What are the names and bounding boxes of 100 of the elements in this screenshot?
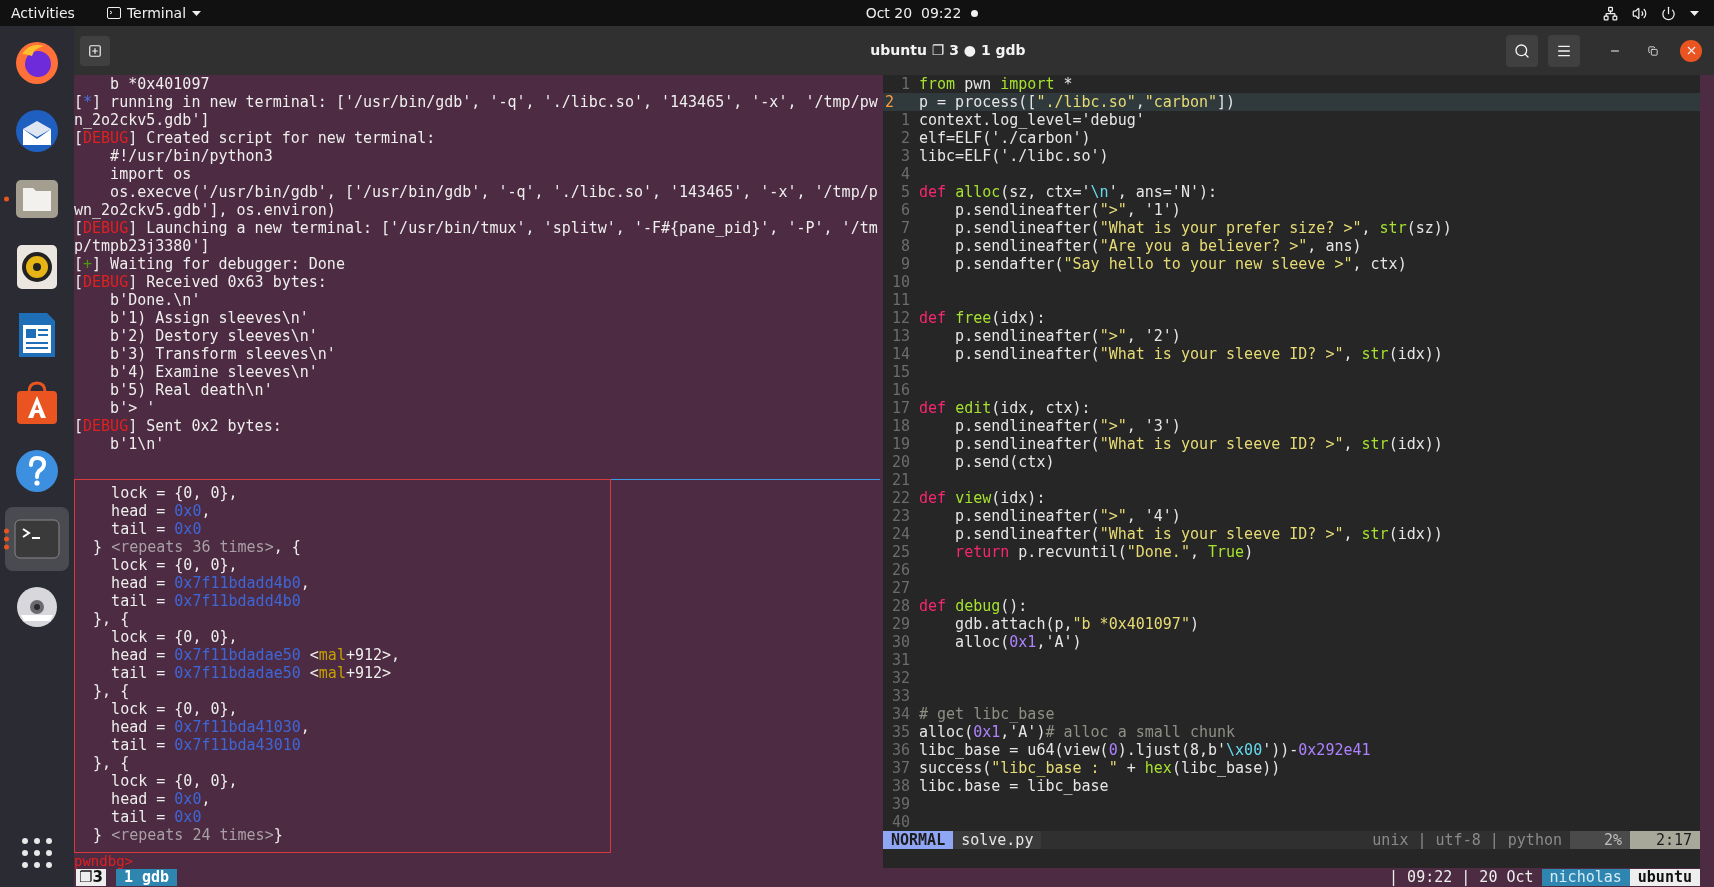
code-line: alloc(0x1,'A') <box>954 633 1082 651</box>
code-line: def edit(idx, ctx): <box>919 399 1091 417</box>
code-line: def view(idx): <box>919 489 1046 507</box>
terminal-icon <box>106 7 121 19</box>
terminal-line: head = 0x0, <box>110 790 211 808</box>
help-icon <box>14 448 60 494</box>
line-number: 29 <box>890 615 911 633</box>
line-number: 31 <box>890 651 911 669</box>
host-name: ubuntu <box>1629 869 1700 886</box>
code-line: p.sendafter("Say hello to your new sleeve >", ctx) <box>954 255 1407 273</box>
terminal-line: b'5) Real death\n' <box>109 381 273 399</box>
terminal-line: n_2o2ckv5.gdb'] <box>74 111 210 129</box>
terminal-line: import os <box>109 165 192 183</box>
code-line: elf=ELF('./carbon') <box>919 129 1091 147</box>
terminal-line: head = 0x7f11bdadae50 <mal+912>, <box>110 646 401 664</box>
terminal-line: #!/usr/bin/python3 <box>109 147 273 165</box>
line-number: 7 <box>899 219 911 237</box>
shopping-bag-icon <box>14 380 60 426</box>
line-number: 19 <box>890 435 911 453</box>
code-line: p.sendlineafter("What is your sleeve ID? >", str(idx)) <box>954 525 1443 543</box>
code-line: p.sendlineafter("What is your sleeve ID? >", str(idx)) <box>954 345 1443 363</box>
line-number: 1 <box>899 111 911 129</box>
code-line: p.sendlineafter(">", '4') <box>954 507 1181 525</box>
line-number: 37 <box>890 759 911 777</box>
line-number: 1 <box>899 75 911 93</box>
menu-button[interactable] <box>1548 34 1580 67</box>
terminal-line: b'Done.\n' <box>109 291 201 309</box>
terminal-line: b'> ' <box>109 399 156 417</box>
line-number: 13 <box>890 327 911 345</box>
terminal-line: tail = 0x7f11bdadae50 <mal+912> <box>110 664 392 682</box>
terminal-line: }, { <box>92 754 130 772</box>
terminal-line: head = 0x7f11bdadd4b0, <box>110 574 310 592</box>
terminal-line: p/tmpb23j3380'] <box>74 237 210 255</box>
code-line: def alloc(sz, ctx='\n', ans='N'): <box>919 183 1218 201</box>
code-line: p.sendlineafter("Are you a believer? >", ans) <box>954 237 1362 255</box>
window-tab[interactable]: 1 gdb <box>115 869 178 886</box>
line-number: 23 <box>890 507 911 525</box>
terminal-line: tail = 0x0 <box>110 808 202 826</box>
terminal-line: lock = {0, 0}, <box>110 556 238 574</box>
line-number: 33 <box>890 687 911 705</box>
line-number: 2 <box>899 129 911 147</box>
line-number: 4 <box>899 165 911 183</box>
power-icon[interactable] <box>1661 5 1676 21</box>
terminal-line: [DEBUG] Launching a new terminal: ['/usr/bin/tmux', 'splitw', '-F#{pane_pid}', '-P', '/tm <box>74 219 878 237</box>
terminal-line: }, { <box>92 682 130 700</box>
cursor-position: 2:17 <box>1630 831 1700 849</box>
line-number: 35 <box>890 723 911 741</box>
disc-icon <box>15 585 59 629</box>
terminal-line: tail = 0x0 <box>110 520 202 538</box>
code-line: success("libc_base : " + hex(libc_base)) <box>919 759 1281 777</box>
volume-icon[interactable] <box>1632 5 1647 21</box>
network-icon[interactable] <box>1603 5 1618 21</box>
search-button[interactable] <box>1506 34 1538 67</box>
terminal-line: b'3) Transform sleeves\n' <box>109 345 336 363</box>
activities-button[interactable]: Activities <box>11 2 75 24</box>
terminal-line: b'1) Assign sleeves\n' <box>109 309 309 327</box>
terminal-line: tail = 0x7f11bdadd4b0 <box>110 592 301 610</box>
line-number: 18 <box>890 417 911 435</box>
status-clock: | 09:22 | 20 Oct <box>1388 869 1535 886</box>
grid-icon <box>22 838 52 868</box>
search-icon <box>1514 42 1530 59</box>
code-line: def debug(): <box>919 597 1028 615</box>
terminal-line: [DEBUG] Received 0x63 bytes: <box>74 273 327 291</box>
mode-indicator: NORMAL <box>883 831 954 849</box>
line-number: 38 <box>890 777 911 795</box>
clock[interactable]: Oct 20 09:22 <box>865 2 962 24</box>
new-tab-button[interactable] <box>80 35 110 66</box>
caret-icon <box>192 10 202 16</box>
terminal-line: lock = {0, 0}, <box>110 628 238 646</box>
app-menu[interactable]: Terminal <box>106 2 202 24</box>
speaker-icon <box>15 243 59 291</box>
line-number: 34 <box>890 705 911 723</box>
code-line: p.sendlineafter(">", '3') <box>954 417 1181 435</box>
file-name: solve.py <box>953 831 1042 849</box>
close-button[interactable] <box>1680 39 1702 62</box>
terminal-line: b *0x401097 <box>109 75 210 93</box>
document-icon <box>17 311 57 359</box>
line-number: 3 <box>899 147 911 165</box>
line-number: 36 <box>890 741 911 759</box>
terminal-icon <box>14 519 60 559</box>
code-line: libc=ELF('./libc.so') <box>919 147 1109 165</box>
gdb-prompt: pwndbg> <box>74 854 133 868</box>
terminal-line: lock = {0, 0}, <box>110 700 238 718</box>
caret-icon[interactable] <box>1690 10 1699 16</box>
scroll-percent: 2% <box>1570 831 1630 849</box>
new-tab-icon <box>88 43 102 58</box>
terminal-line: b'1\n' <box>109 435 165 453</box>
line-number: 12 <box>890 309 911 327</box>
terminal-line: [*] running in new terminal: ['/usr/bin/gdb', '-q', './libc.so', '143465', '-x', '/tmp/pw <box>74 93 878 111</box>
line-number: 15 <box>890 363 911 381</box>
line-number: 10 <box>890 273 911 291</box>
line-number: 2 <box>884 93 896 111</box>
terminal-line: lock = {0, 0}, <box>110 484 238 502</box>
line-number: 39 <box>890 795 911 813</box>
terminal-line: head = 0x0, <box>110 502 211 520</box>
code-line: context.log_level='debug' <box>919 111 1145 129</box>
terminal-line: }, { <box>92 610 130 628</box>
terminal-line: [DEBUG] Sent 0x2 bytes: <box>74 417 282 435</box>
line-number: 6 <box>899 201 911 219</box>
code-line: p.sendlineafter("What is your sleeve ID? >", str(idx)) <box>954 435 1443 453</box>
